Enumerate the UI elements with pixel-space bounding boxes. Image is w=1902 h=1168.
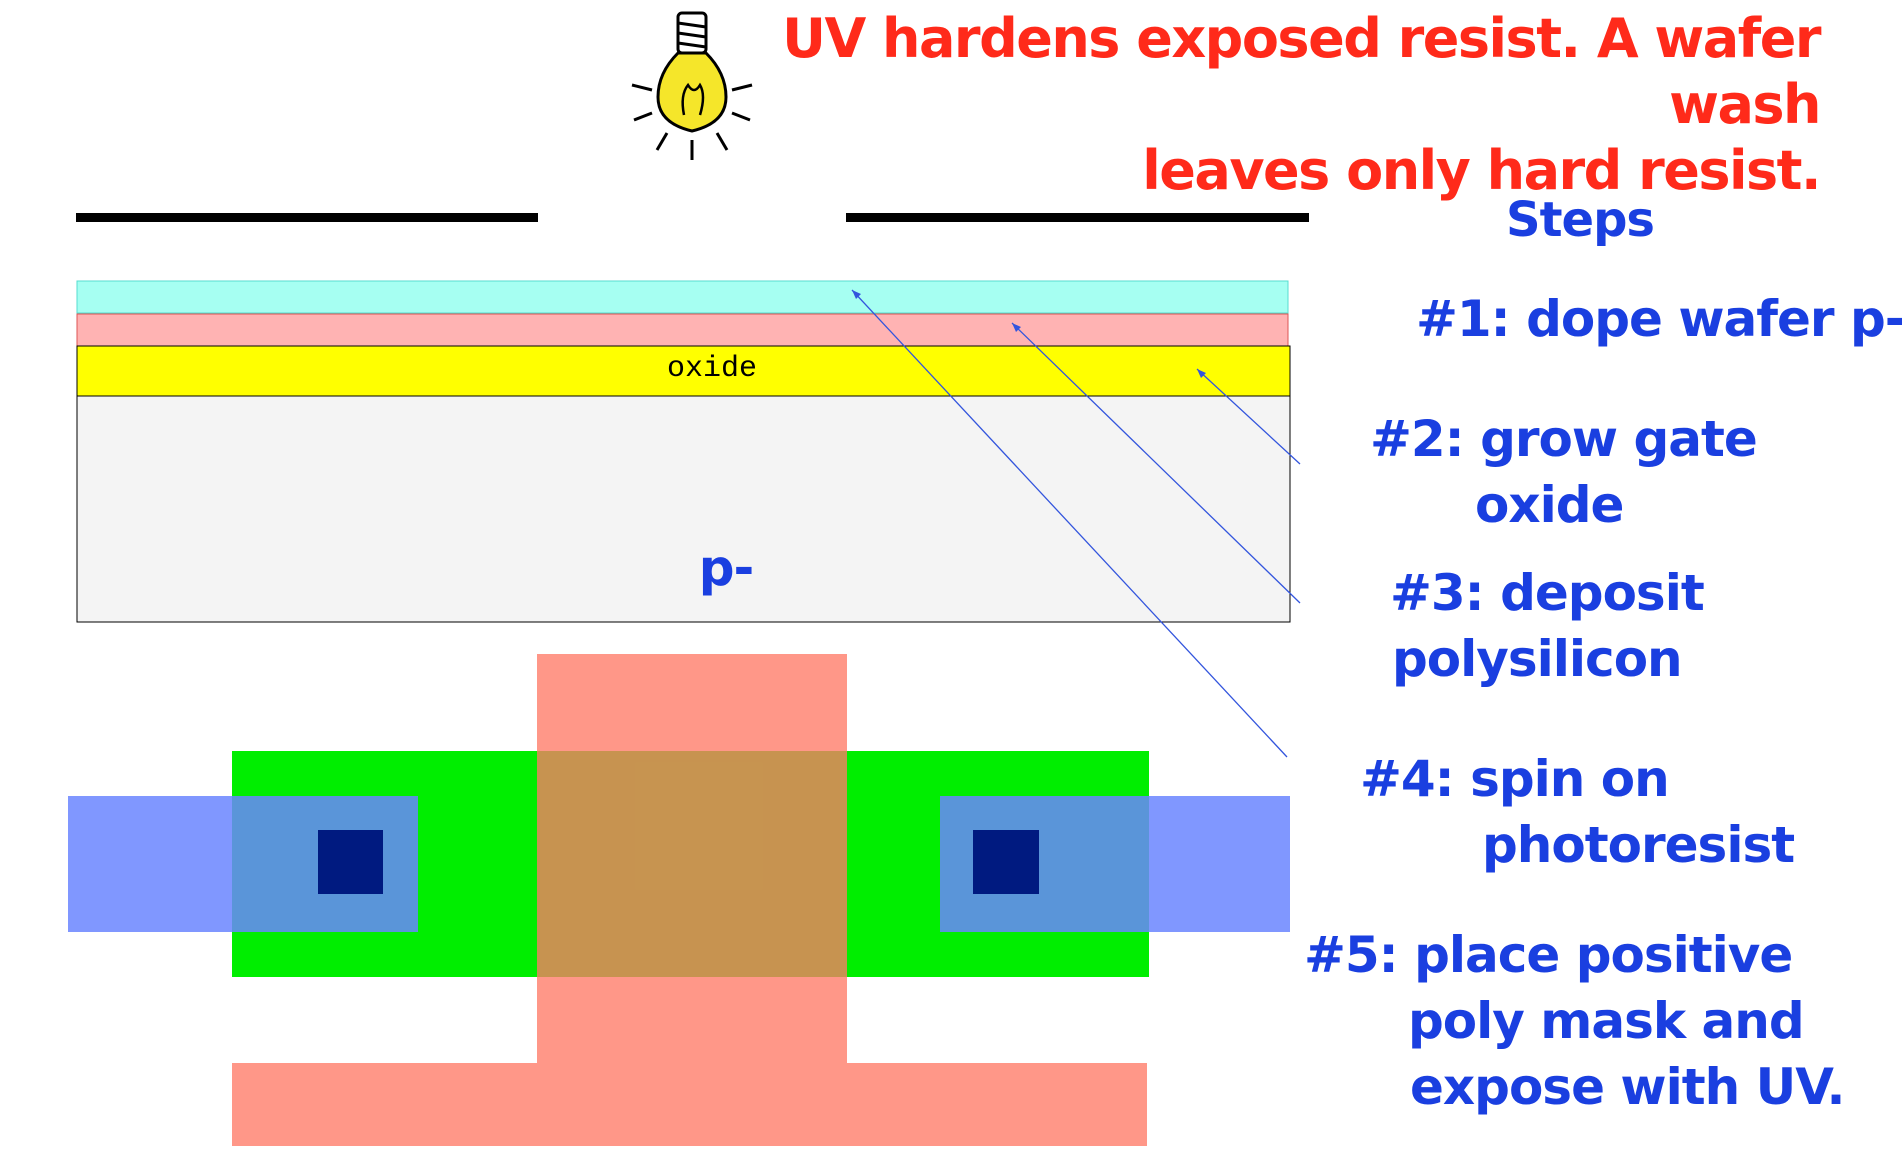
step-4-line-1: #4: spin on bbox=[1360, 750, 1670, 808]
polysilicon-layer bbox=[76, 313, 1289, 347]
photoresist-layer bbox=[76, 280, 1289, 314]
substrate bbox=[76, 395, 1291, 623]
step-3-line-2: polysilicon bbox=[1392, 630, 1683, 688]
mask-bar-right bbox=[846, 213, 1309, 222]
step-1-line-1: #1: dope wafer p- bbox=[1416, 290, 1902, 348]
contact-right bbox=[973, 830, 1039, 894]
step-4-line-2: photoresist bbox=[1482, 816, 1795, 874]
step-2-line-1: #2: grow gate bbox=[1370, 410, 1758, 468]
oxide-label: oxide bbox=[667, 352, 757, 386]
substrate-label: p- bbox=[699, 539, 754, 597]
step-1: #1: dope wafer p- bbox=[1416, 286, 1902, 352]
mask-bar-left bbox=[76, 213, 538, 222]
lightbulb-icon bbox=[631, 11, 753, 160]
poly-bar bbox=[232, 1063, 1147, 1146]
step-4: #4: spin on photoresist bbox=[1360, 746, 1795, 878]
poly-gate bbox=[537, 654, 847, 1063]
step-5: #5: place positive poly mask and expose … bbox=[1304, 922, 1845, 1120]
step-2: #2: grow gate oxide bbox=[1370, 406, 1758, 538]
step-5-line-3: expose with UV. bbox=[1410, 1058, 1845, 1116]
step-2-line-2: oxide bbox=[1475, 476, 1624, 534]
steps-title: Steps bbox=[1506, 192, 1655, 248]
step-3: #3: deposit polysilicon bbox=[1390, 560, 1705, 692]
step-5-line-1: #5: place positive bbox=[1304, 926, 1793, 984]
contact-left bbox=[318, 830, 383, 894]
step-3-line-1: #3: deposit bbox=[1390, 564, 1705, 622]
step-5-line-2: poly mask and bbox=[1408, 992, 1805, 1050]
